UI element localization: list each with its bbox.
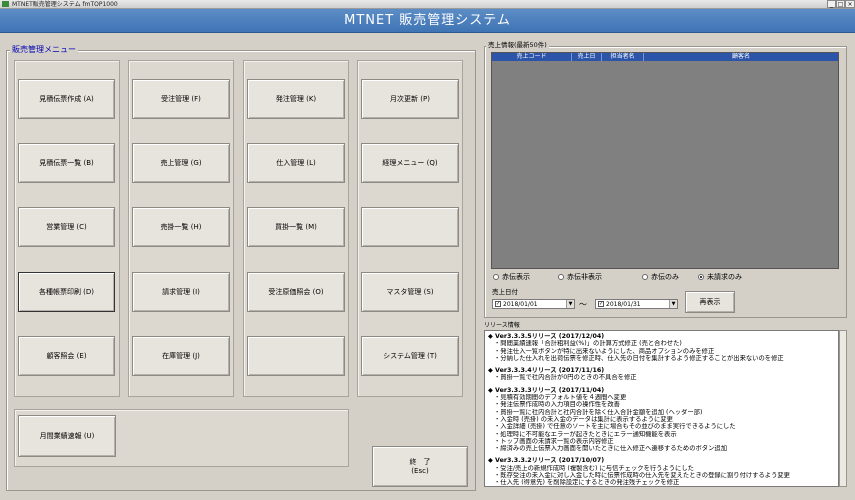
- report-print-button[interactable]: 各種帳票印刷 (D): [18, 272, 115, 312]
- customer-inquiry-button[interactable]: 顧客照会 (E): [18, 336, 115, 376]
- date-to-picker[interactable]: ✓ 2018/01/31 ▼: [595, 299, 678, 309]
- filter-label: 未請求のみ: [707, 273, 742, 281]
- close-button[interactable]: ×: [845, 0, 855, 8]
- release-version: ◆ Ver3.3.3.2リリース (2017/10/07): [488, 457, 605, 465]
- col-staff-name[interactable]: 担当者名: [602, 53, 644, 61]
- col-customer-name[interactable]: 顧客名: [644, 53, 838, 61]
- release-item: ・問間業績速報「合計粗利益(%)」の計算方式修正 (売と合わせた): [494, 340, 682, 348]
- release-item: ・仕入先 (得意先) を削除設定にするときの発注残チェックを修正: [494, 479, 680, 487]
- release-item: ・買掛一覧で社内合計が0円のときの不具合を修正: [494, 374, 637, 382]
- sales-date-label: 売上日付: [492, 288, 518, 296]
- exit-button[interactable]: 終 了 (Esc): [372, 446, 468, 487]
- radio-selected-icon: [698, 274, 704, 280]
- minimize-button[interactable]: _: [827, 0, 836, 8]
- estimate-list-button[interactable]: 見積伝票一覧 (B): [18, 143, 115, 183]
- release-item: ・トップ画面の未請求一覧の表示内容修正: [494, 437, 614, 445]
- order-management-button[interactable]: 受注管理 (F): [132, 79, 230, 119]
- app-icon: [2, 1, 9, 7]
- release-version: ◆ Ver3.3.3.3リリース (2017/11/04): [488, 386, 605, 394]
- master-management-button[interactable]: マスタ管理 (S): [361, 272, 459, 312]
- os-window-title: MTNET販売管理システム fmTOP1000: [12, 1, 118, 8]
- date-from-value: 2018/01/01: [503, 300, 538, 308]
- sales-grid-header: 売上コード 売上日 担当者名 顧客名: [492, 53, 838, 61]
- sales-management-button[interactable]: 売上管理 (G): [132, 143, 230, 183]
- maximize-button[interactable]: □: [836, 0, 845, 8]
- filter-label: 赤伝非表示: [567, 273, 602, 281]
- release-item: ・発注仕入一覧ボタンが特に出来ないようにした、商品オプションのみを修正: [494, 347, 715, 355]
- col-sales-date[interactable]: 売上日: [572, 53, 602, 61]
- radio-icon: [493, 274, 499, 280]
- sales-menu-legend: 販売管理メニュー: [10, 45, 78, 55]
- release-item: ・入金詳細 (売掛) で任意のソートを主に場合もその並びのまま実行できるようにし…: [494, 423, 736, 431]
- monthly-report-button[interactable]: 月間業績速報 (U): [18, 415, 116, 457]
- filter-label: 赤伝表示: [502, 273, 530, 281]
- inventory-management-button[interactable]: 在庫管理 (J): [132, 336, 230, 376]
- release-item: ・受注/売上の新規作成時 (複製含む) に与信チェックを行うようにした: [494, 464, 694, 472]
- release-section: ◆ Ver3.3.3.5リリース (2017/12/04) ・問間業績速報「合計…: [488, 333, 829, 362]
- release-notes-box[interactable]: ◆ Ver3.3.3.5リリース (2017/12/04) ・問間業績速報「合計…: [484, 330, 839, 487]
- monthly-update-button[interactable]: 月次更新 (P): [361, 79, 459, 119]
- accounting-menu-button[interactable]: 経理メニュー (Q): [361, 143, 459, 183]
- filter-label: 赤伝のみ: [651, 273, 679, 281]
- release-version: ◆ Ver3.3.3.5リリース (2017/12/04): [488, 333, 605, 340]
- release-item: ・見積有効期間のデフォルト値を４週間へ変更: [494, 394, 627, 402]
- chevron-down-icon[interactable]: ▼: [669, 300, 677, 308]
- app-header: MTNET 販売管理システム: [0, 9, 855, 33]
- release-item: ・買掛一覧に社内合計と社内合計を除く仕入合計金額を追加 (ヘッダー部): [494, 408, 703, 416]
- radio-icon: [558, 274, 564, 280]
- release-section: ◆ Ver3.3.3.3リリース (2017/11/04) ・見積有効期間のデフ…: [488, 387, 829, 453]
- exit-label: 終 了: [409, 457, 431, 466]
- blank-button-col3[interactable]: [247, 336, 345, 376]
- purchasing-button[interactable]: 仕入管理 (L): [247, 143, 345, 183]
- date-to-value: 2018/01/31: [606, 300, 641, 308]
- payables-list-button[interactable]: 買掛一覧 (M): [247, 207, 345, 247]
- estimate-create-button[interactable]: 見積伝票作成 (A): [18, 79, 115, 119]
- billing-management-button[interactable]: 請求管理 (I): [132, 272, 230, 312]
- os-title-bar: MTNET販売管理システム fmTOP1000 _ □ ×: [0, 0, 855, 9]
- release-version: ◆ Ver3.3.3.4リリース (2017/11/16): [488, 367, 605, 375]
- redisplay-button[interactable]: 再表示: [685, 291, 735, 313]
- release-item: ・入金時 (売掛) の未入金のデータは集計に表示するように変更: [494, 415, 673, 423]
- radio-icon: [642, 274, 648, 280]
- release-notes-scrollbar[interactable]: [839, 330, 847, 487]
- release-item: ・既存受注の未入金に対し入金した時に伝票作成時の仕入先を変えたときの登録に割り付…: [494, 472, 790, 480]
- blank-button-col4[interactable]: [361, 207, 459, 247]
- release-item: ・処理時に不可能なエラーが起きたときにエラー通知機能を表示: [494, 430, 677, 438]
- date-range-tilde: ～: [579, 300, 587, 309]
- purchase-order-button[interactable]: 発注管理 (K): [247, 79, 345, 119]
- filter-red-show[interactable]: 赤伝表示: [493, 272, 530, 282]
- checkbox-icon[interactable]: ✓: [495, 301, 501, 307]
- sales-grid[interactable]: 売上コード 売上日 担当者名 顧客名: [491, 52, 839, 269]
- release-item: ・分納した仕入れを出荷伝票を修正時、仕入先の日付を集計するよう修正することが出来…: [494, 354, 784, 362]
- col-sales-code[interactable]: 売上コード: [492, 53, 572, 61]
- release-section: ◆ Ver3.3.3.4リリース (2017/11/16) ・買掛一覧で社内合計…: [488, 367, 829, 382]
- filter-red-only[interactable]: 赤伝のみ: [642, 272, 679, 282]
- sales-activity-button[interactable]: 営業管理 (C): [18, 207, 115, 247]
- date-from-picker[interactable]: ✓ 2018/01/01 ▼: [492, 299, 575, 309]
- release-item: ・締済みの売上伝票入力画面を開いたときに仕入修正へ遷移するためのボタン追加: [494, 445, 727, 453]
- sales-info-legend: 売上情報(最新50件): [486, 40, 549, 50]
- release-item: ・発注伝票作成時の入力項目の操作性を改善: [494, 401, 620, 409]
- exit-shortcut: (Esc): [411, 466, 429, 475]
- release-info-legend: リリース情報: [484, 322, 520, 329]
- chevron-down-icon[interactable]: ▼: [566, 300, 574, 308]
- release-section: ◆ Ver3.3.3.2リリース (2017/10/07) ・受注/売上の新規作…: [488, 457, 829, 486]
- system-management-button[interactable]: システム管理 (T): [361, 336, 459, 376]
- filter-unbilled-only[interactable]: 未請求のみ: [698, 272, 742, 282]
- checkbox-icon[interactable]: ✓: [598, 301, 604, 307]
- receivables-list-button[interactable]: 売掛一覧 (H): [132, 207, 230, 247]
- filter-red-hide[interactable]: 赤伝非表示: [558, 272, 602, 282]
- app-title: MTNET 販売管理システム: [344, 13, 511, 28]
- order-cost-inquiry-button[interactable]: 受注原価照会 (O): [247, 272, 345, 312]
